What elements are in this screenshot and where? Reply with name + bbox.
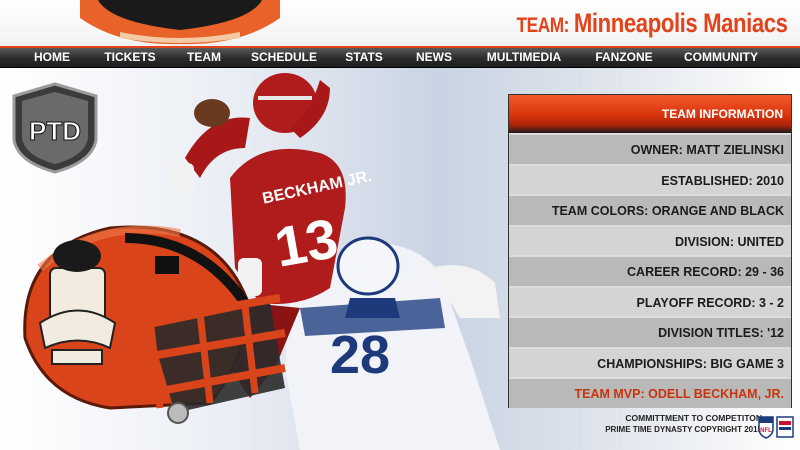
team-name: Minneapolis Maniacs <box>574 8 788 38</box>
nav-item-stats[interactable]: STATS <box>345 50 383 64</box>
partner-badge-icon <box>776 416 794 438</box>
nav-item-tickets[interactable]: TICKETS <box>104 50 155 64</box>
ptd-shield-logo: PTD <box>12 82 98 174</box>
jersey-number: 13 <box>270 206 342 279</box>
mascot-face-banner <box>80 0 280 45</box>
footer-motto: COMMITTMENT TO COMPETITON <box>625 413 762 423</box>
info-row-owner: OWNER: MATT ZIELINSKI <box>509 133 791 164</box>
team-information-title: TEAM INFORMATION <box>509 95 791 133</box>
site-header: TEAM: Minneapolis Maniacs <box>0 0 800 46</box>
info-row-championships: CHAMPIONSHIPS: BIG GAME 3 <box>509 346 791 377</box>
nav-item-schedule[interactable]: SCHEDULE <box>251 50 317 64</box>
shield-text: PTD <box>29 116 81 146</box>
nav-item-news[interactable]: NEWS <box>416 50 452 64</box>
team-title-prefix: TEAM: <box>516 14 570 37</box>
footer-logos: NFL <box>758 415 794 439</box>
info-row-career-record: CAREER RECORD: 29 - 36 <box>509 255 791 286</box>
info-row-established: ESTABLISHED: 2010 <box>509 163 791 194</box>
nav-item-fanzone[interactable]: FANZONE <box>595 50 652 64</box>
footer-text: COMMITTMENT TO COMPETITON PRIME TIME DYN… <box>605 413 762 435</box>
info-row-division-titles: DIVISION TITLES: '12 <box>509 316 791 347</box>
nfl-shield-icon: NFL <box>758 416 774 439</box>
footer-copyright: PRIME TIME DYNASTY COPYRIGHT 2015 <box>605 425 762 434</box>
nav-item-home[interactable]: HOME <box>34 50 70 64</box>
info-row-team-colors: TEAM COLORS: ORANGE AND BLACK <box>509 194 791 225</box>
nav-item-community[interactable]: COMMUNITY <box>684 50 758 64</box>
defender-number: 28 <box>330 325 390 385</box>
nfl-logo-text: NFL <box>760 428 772 434</box>
info-row-playoff-record: PLAYOFF RECORD: 3 - 2 <box>509 285 791 316</box>
info-row-team-mvp[interactable]: TEAM MVP: ODELL BECKHAM, JR. <box>509 377 791 408</box>
main-navigation: HOME TICKETS TEAM SCHEDULE STATS NEWS MU… <box>0 46 800 68</box>
team-information-panel: TEAM INFORMATION OWNER: MATT ZIELINSKI E… <box>508 94 792 408</box>
info-row-division: DIVISION: UNITED <box>509 224 791 255</box>
nav-item-multimedia[interactable]: MULTIMEDIA <box>487 50 561 64</box>
nav-item-team[interactable]: TEAM <box>187 50 221 64</box>
team-title: TEAM: Minneapolis Maniacs <box>517 8 788 39</box>
